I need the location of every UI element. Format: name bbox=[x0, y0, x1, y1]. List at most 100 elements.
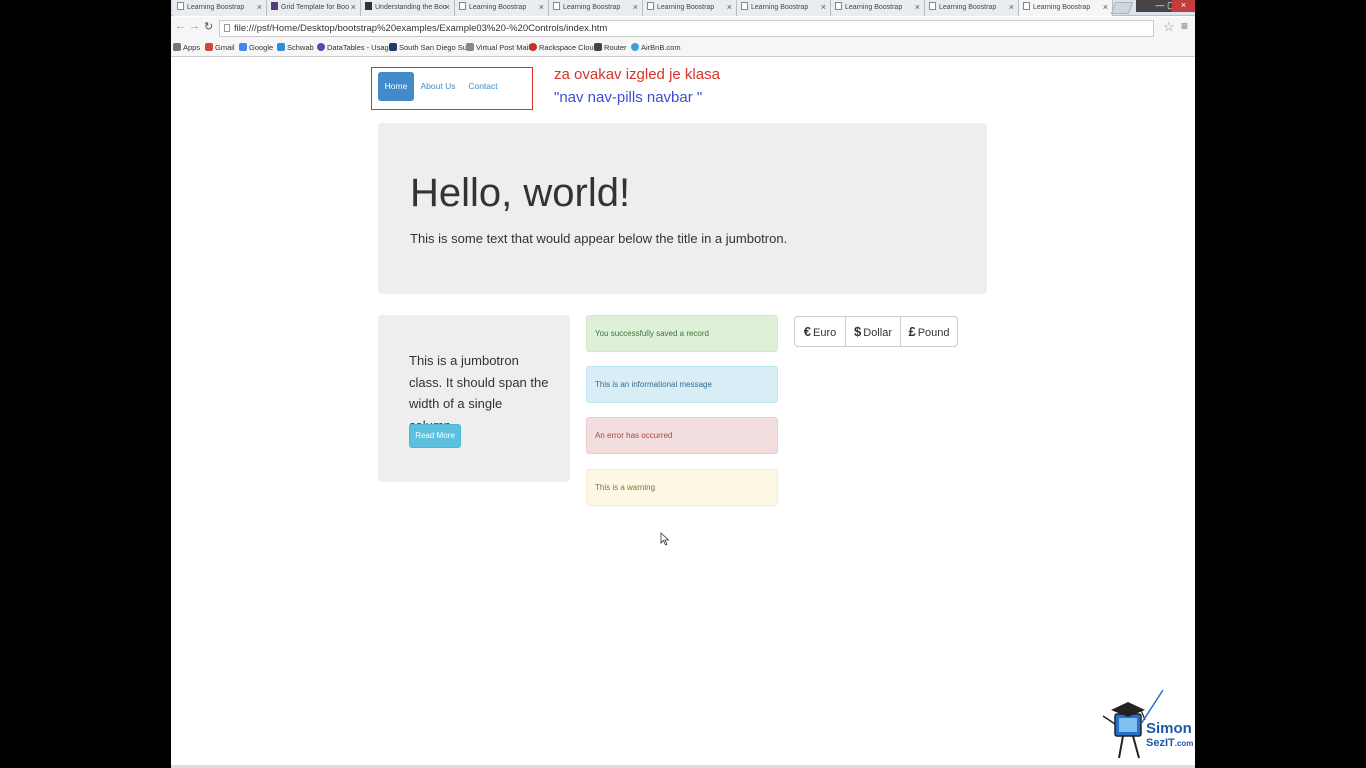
bookmark-label: DataTables - Usage bbox=[327, 43, 393, 52]
bookmark-datatables[interactable]: DataTables - Usage bbox=[317, 43, 393, 52]
pound-icon: £ bbox=[908, 324, 916, 339]
bookmark-surf[interactable]: South San Diego Surf bbox=[389, 43, 472, 52]
bookmark-apps[interactable]: Apps bbox=[173, 43, 200, 52]
close-tab-icon[interactable]: × bbox=[1009, 0, 1014, 15]
bookmark-label: Rackspace Cloud bbox=[539, 43, 598, 52]
button-label: Dollar bbox=[863, 327, 892, 339]
bookmark-gmail[interactable]: Gmail bbox=[205, 43, 235, 52]
close-tab-icon[interactable]: × bbox=[727, 0, 732, 15]
logo-com: .com bbox=[1174, 739, 1194, 748]
nav-pill-home[interactable]: Home bbox=[378, 72, 414, 101]
apps-grid-icon bbox=[173, 43, 181, 51]
dollar-button[interactable]: $ Dollar bbox=[845, 316, 901, 347]
bookmark-star-icon[interactable]: ☆ bbox=[1163, 19, 1175, 35]
bookmark-label: South San Diego Surf bbox=[399, 43, 472, 52]
gmail-icon bbox=[205, 43, 213, 51]
simon-sezit-logo: Simon SezIT.com bbox=[1101, 686, 1193, 764]
bookmark-postmail[interactable]: Virtual Post Mail bbox=[466, 43, 530, 52]
close-tab-icon[interactable]: × bbox=[539, 0, 544, 15]
browser-tab[interactable]: Learning Boostrap × bbox=[643, 0, 737, 16]
browser-tab[interactable]: Understanding the Boo × bbox=[361, 0, 455, 16]
page-icon bbox=[835, 2, 842, 10]
alert-info: This is an informational message bbox=[586, 366, 778, 403]
browser-tab[interactable]: Learning Boostrap × bbox=[737, 0, 831, 16]
bookmark-label: AirBnB.com bbox=[641, 43, 681, 52]
back-arrow-icon[interactable]: ← bbox=[175, 20, 186, 32]
close-tab-icon[interactable]: × bbox=[633, 0, 638, 15]
address-bar[interactable]: file:///psf/Home/Desktop/bootstrap%20exa… bbox=[219, 20, 1154, 37]
euro-button[interactable]: € Euro bbox=[794, 316, 846, 347]
read-more-button[interactable]: Read More bbox=[409, 424, 461, 448]
page-icon bbox=[224, 24, 230, 32]
window-close-icon[interactable]: × bbox=[1172, 0, 1195, 12]
page-icon bbox=[459, 2, 466, 10]
nav-pill-contact[interactable]: Contact bbox=[463, 72, 503, 101]
bookmark-label: Google bbox=[249, 43, 274, 52]
bookmark-label: Gmail bbox=[215, 43, 235, 52]
browser-tab[interactable]: Learning Boostrap × bbox=[925, 0, 1019, 16]
bookmark-airbnb[interactable]: AirBnB.com bbox=[631, 43, 681, 52]
close-tab-icon[interactable]: × bbox=[1103, 0, 1108, 15]
close-tab-icon[interactable]: × bbox=[257, 0, 262, 15]
euro-icon: € bbox=[803, 324, 811, 339]
jumbotron-title: Hello, world! bbox=[410, 171, 631, 215]
schwab-icon bbox=[277, 43, 285, 51]
bookmark-label: Router bbox=[604, 43, 627, 52]
tab-label: Learning Boostrap bbox=[187, 4, 245, 11]
logo-text-line1: Simon bbox=[1146, 720, 1192, 737]
forward-arrow-icon[interactable]: → bbox=[189, 20, 200, 32]
browser-tab-active[interactable]: Learning Boostrap × bbox=[1019, 0, 1113, 16]
rackspace-icon bbox=[529, 43, 537, 51]
tab-label: Learning Boostrap bbox=[939, 4, 997, 11]
button-label: Euro bbox=[812, 327, 837, 339]
airbnb-icon bbox=[631, 43, 639, 51]
browser-tab[interactable]: Grid Template for Boo × bbox=[267, 0, 361, 16]
bootstrap-icon bbox=[271, 2, 278, 10]
browser-tab[interactable]: Learning Boostrap × bbox=[549, 0, 643, 16]
bookmark-schwab[interactable]: Schwab bbox=[277, 43, 314, 52]
bookmarks-bar: Apps Gmail Google Schwab DataTables - Us… bbox=[171, 39, 1195, 57]
bookmark-label: Apps bbox=[183, 43, 201, 52]
button-label: Pound bbox=[917, 327, 950, 339]
annotation-text: za ovakav izgled je klasa bbox=[554, 66, 720, 83]
close-tab-icon[interactable]: × bbox=[915, 0, 920, 15]
pound-button[interactable]: £ Pound bbox=[900, 316, 958, 347]
alert-danger: An error has occurred bbox=[586, 417, 778, 454]
new-tab-button[interactable] bbox=[1110, 2, 1134, 14]
browser-tab[interactable]: Learning Boostrap × bbox=[455, 0, 549, 16]
column-jumbotron: This is a jumbotron class. It should spa… bbox=[378, 315, 570, 482]
close-tab-icon[interactable]: × bbox=[351, 0, 356, 15]
logo-sezit: SezIT bbox=[1146, 737, 1175, 749]
browser-tab[interactable]: Learning Boostrap × bbox=[173, 0, 267, 16]
page-icon bbox=[929, 2, 936, 10]
bookmark-router[interactable]: Router bbox=[594, 43, 627, 52]
tab-label: Learning Boostrap bbox=[657, 4, 715, 11]
dollar-icon: $ bbox=[854, 324, 862, 339]
datatables-icon bbox=[317, 43, 325, 51]
bookmark-rackspace[interactable]: Rackspace Cloud bbox=[529, 43, 598, 52]
menu-icon[interactable]: ≡ bbox=[1181, 19, 1188, 33]
browser-window: Learning Boostrap × Grid Template for Boo… bbox=[171, 0, 1195, 768]
tab-label: Learning Boostrap bbox=[1033, 4, 1091, 11]
browser-tab[interactable]: Learning Boostrap × bbox=[831, 0, 925, 16]
tab-label: Learning Boostrap bbox=[469, 4, 527, 11]
close-tab-icon[interactable]: × bbox=[821, 0, 826, 15]
reload-icon[interactable]: ↻ bbox=[204, 20, 213, 33]
tab-label: Learning Boostrap bbox=[751, 4, 809, 11]
alert-success: You successfully saved a record bbox=[586, 315, 778, 352]
bookmark-google[interactable]: Google bbox=[239, 43, 273, 52]
page-icon bbox=[741, 2, 748, 10]
page-icon bbox=[1023, 2, 1030, 10]
mail-icon bbox=[466, 43, 474, 51]
nav-pill-about[interactable]: About Us bbox=[417, 72, 459, 101]
mouse-cursor-icon bbox=[660, 532, 670, 546]
logo-text-line2: SezIT.com bbox=[1146, 737, 1193, 749]
bookmark-label: Virtual Post Mail bbox=[476, 43, 531, 52]
close-tab-icon[interactable]: × bbox=[445, 0, 450, 15]
video-icon bbox=[365, 2, 372, 10]
page-icon bbox=[553, 2, 560, 10]
tab-strip: Learning Boostrap × Grid Template for Boo… bbox=[171, 0, 1195, 16]
tab-label: Grid Template for Boo bbox=[281, 4, 349, 11]
google-icon bbox=[239, 43, 247, 51]
annotation-class-name: "nav nav-pills navbar " bbox=[554, 89, 703, 106]
